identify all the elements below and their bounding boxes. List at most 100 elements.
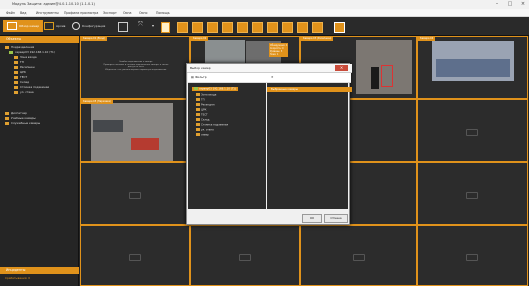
tree-item-departments[interactable]: Подразделения: [5, 45, 34, 49]
layout-custom-button[interactable]: [334, 22, 345, 33]
selected-cameras-header: Выбранные камеры: [267, 87, 352, 92]
dialog-tree-warehouse[interactable]: Склад: [196, 118, 209, 122]
maximize-icon[interactable]: □: [504, 0, 516, 9]
camera-tile-13[interactable]: [80, 225, 190, 286]
dialog-tree-parking[interactable]: Стоянка подземная: [196, 123, 228, 127]
camera-tile-1[interactable]: Камера 01 (Вход) Ошибка подключения к ка…: [80, 36, 190, 99]
dialog-selected-panel: Выбранные камеры: [267, 83, 352, 209]
folder-icon: [196, 98, 200, 101]
remove-icon[interactable]: ✕: [271, 73, 274, 82]
tree-item-service[interactable]: Служебные камеры: [5, 121, 40, 125]
folder-icon: [196, 123, 200, 126]
dialog-tree-street[interactable]: ул. стана: [196, 128, 214, 132]
layout-4x4-button[interactable]: [207, 22, 218, 33]
folder-icon: [14, 70, 18, 74]
tree-item-reception[interactable]: Ресепшен: [14, 65, 35, 69]
server-icon: [194, 87, 198, 90]
camera-tile-9[interactable]: [80, 162, 190, 225]
folder-icon: [14, 90, 18, 94]
tree-item-server[interactable]: сервер03 192.168.1.10 (T1): [9, 50, 55, 54]
camera-icon: [353, 254, 365, 261]
layout-2x2-button[interactable]: [177, 22, 188, 33]
camera-icon: [466, 129, 478, 136]
layout-1-5-button[interactable]: [222, 22, 233, 33]
close-icon[interactable]: ×: [517, 0, 529, 9]
filter-icon[interactable]: ▤: [191, 75, 194, 79]
detection-info: Обнаружено: 1 Скорость: 0 Уровень: 3 Зон…: [269, 43, 289, 57]
server-icon: [9, 50, 13, 54]
dialog-tree-test[interactable]: ТЕСТ: [196, 113, 208, 117]
camera-tile-5[interactable]: Камера 05 (Парковка): [80, 99, 190, 162]
minimize-icon[interactable]: –: [491, 0, 503, 9]
menu-file[interactable]: Файл: [6, 11, 15, 15]
camera-tile-14[interactable]: [190, 225, 300, 286]
title-bar: Модуль Защита: админ@4.0.1.10.10 (1.1.0.…: [0, 0, 529, 9]
incidents-header[interactable]: Инциденты: [0, 267, 85, 274]
no-signal-message: Ошибка подключения к камере. Проверьте п…: [103, 61, 169, 71]
camera-icon: [239, 254, 251, 261]
camera-tile-16[interactable]: [417, 225, 528, 286]
camera-tile-8[interactable]: [417, 99, 528, 162]
dialog-tree-crk[interactable]: ЦРК: [196, 108, 206, 112]
expand-icon[interactable]: ⤧: [138, 19, 143, 31]
menu-help[interactable]: Помощь: [156, 11, 170, 15]
dialog-tree-server[interactable]: сервер03 192.168.1.10 (T1): [192, 87, 238, 91]
folder-icon: [196, 108, 200, 111]
dialog-tree-north[interactable]: север: [196, 133, 209, 137]
menu-export[interactable]: Экспорт: [103, 11, 117, 15]
menu-windows[interactable]: Окна: [123, 11, 131, 15]
window-title: Модуль Защита: админ@4.0.1.10.10 (1.1.0.…: [12, 2, 95, 6]
camera-icon: [466, 192, 478, 199]
layout-1-9-button[interactable]: [252, 22, 263, 33]
layout-dropdown-icon[interactable]: ▾: [152, 20, 154, 32]
settings-button[interactable]: Конфигурация: [72, 20, 105, 32]
folder-icon: [196, 103, 200, 106]
folder-icon: [5, 121, 9, 125]
tree-item-parking[interactable]: Стоянка подземная: [14, 85, 49, 89]
folder-icon: [14, 60, 18, 64]
tree-item-dispatcher[interactable]: Диспетчер: [5, 111, 27, 115]
tree-item-tp[interactable]: ТП: [14, 60, 24, 64]
filter-label[interactable]: Фильтр: [195, 75, 207, 79]
camera-tile-12[interactable]: [417, 162, 528, 225]
folder-icon: [14, 80, 18, 84]
archive-button[interactable]: Архив: [44, 20, 65, 32]
camera-icon: [129, 254, 141, 261]
camera-view-button[interactable]: Обзор камер: [3, 20, 44, 32]
layout-1x1-button[interactable]: [161, 22, 170, 33]
dialog-toolbar: ▤ Фильтр ✕: [188, 73, 351, 83]
tree-item-training[interactable]: Учебные камеры: [5, 116, 36, 120]
sidebar-header[interactable]: Объекты: [0, 36, 85, 43]
tree-item-warehouse[interactable]: Склад: [14, 80, 29, 84]
tree-item-crk[interactable]: ЦРК: [14, 70, 26, 74]
menu-profiles[interactable]: Профили просмотра: [64, 11, 98, 15]
layout-2-8-button[interactable]: [267, 22, 278, 33]
dialog-tree-entrance[interactable]: Зона входа: [196, 93, 216, 97]
folder-icon: [5, 45, 9, 49]
camera-icon: [466, 254, 478, 261]
tree-item-entrance[interactable]: Зона входа: [14, 55, 37, 59]
fullscreen-icon[interactable]: [118, 22, 128, 32]
dialog-title: Выбор камер: [187, 64, 352, 73]
layout-1-7-button[interactable]: [237, 22, 248, 33]
menu-tools[interactable]: Инструменты: [36, 11, 59, 15]
cancel-button[interactable]: Отмена: [324, 214, 348, 223]
dialog-tree-reception[interactable]: Ресепшен: [196, 103, 215, 107]
toolbar: Обзор камер Архив Конфигурация ⤧ ▾: [0, 17, 529, 36]
ok-button[interactable]: ОК: [302, 214, 322, 223]
camera-tile-15[interactable]: [300, 225, 417, 286]
layout-5x5-button[interactable]: [297, 22, 308, 33]
camera-image: [131, 138, 159, 150]
menu-view[interactable]: Вид: [20, 11, 26, 15]
camera-tile-4[interactable]: Камера 04: [417, 36, 528, 99]
layout-1-12-button[interactable]: [282, 22, 293, 33]
dialog-close-icon[interactable]: ×: [335, 65, 348, 71]
tree-item-test[interactable]: ТЕСТ: [14, 75, 27, 79]
tree-item-street[interactable]: ул. стана: [14, 90, 34, 94]
camera-label: Камера 02: [191, 37, 209, 41]
layout-3x3-button[interactable]: [192, 22, 203, 33]
dialog-tree-tp[interactable]: ТП: [196, 98, 205, 102]
menu-window[interactable]: Окно: [139, 11, 147, 15]
menu-bar: Файл Вид Инструменты Профили просмотра Э…: [0, 9, 529, 17]
layout-6x6-button[interactable]: [312, 22, 323, 33]
